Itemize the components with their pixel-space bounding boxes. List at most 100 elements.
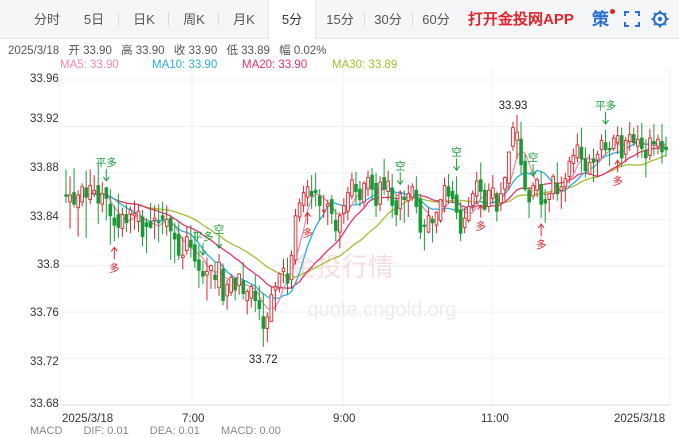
candle-body — [644, 150, 648, 159]
candle-body — [253, 290, 258, 302]
candle-body — [511, 127, 515, 147]
candle-body — [281, 267, 286, 272]
candle-body — [96, 185, 101, 204]
candle-body — [446, 186, 451, 197]
candlestick-chart[interactable]: 金投行情 quote.cngold.org 平多多平多空 多空空多空多平多多 33… — [0, 0, 679, 428]
candle-body — [619, 135, 624, 159]
candle-body — [394, 200, 399, 216]
candle-body — [422, 224, 427, 227]
candle-body — [213, 274, 217, 281]
candle-body — [334, 219, 338, 232]
candle-body — [499, 193, 503, 204]
y-tick-label: 33.76 — [30, 307, 59, 319]
candle-body — [523, 160, 527, 190]
candle-body — [430, 218, 435, 224]
macd-dea: DEA: 0.01 — [149, 425, 200, 437]
y-tick-label: 33.72 — [30, 356, 59, 368]
candle-body — [535, 179, 539, 191]
candle-body — [660, 141, 664, 153]
candle-body — [527, 189, 531, 203]
signal-label: 平多 — [595, 99, 616, 112]
candle-body — [358, 188, 362, 200]
candle-body — [225, 283, 229, 297]
candle-body — [664, 146, 668, 151]
candle-body — [611, 137, 616, 149]
candle-body — [579, 146, 584, 160]
candle-body — [442, 185, 447, 207]
candle-body — [108, 203, 113, 217]
candle-body — [205, 271, 209, 276]
candle-body — [321, 209, 326, 212]
candle-body — [209, 265, 213, 271]
ma-lines — [65, 140, 667, 311]
candle-body — [551, 175, 556, 195]
candle-body — [148, 221, 153, 228]
candle-body — [265, 316, 270, 329]
candle-body — [519, 138, 523, 166]
candle-body — [116, 214, 121, 228]
candle-body — [301, 192, 306, 206]
y-tick-label: 33.96 — [30, 73, 59, 85]
candle-body — [366, 177, 370, 190]
candle-body — [346, 192, 350, 212]
candle-body — [144, 222, 149, 227]
candle-body — [350, 179, 354, 197]
candle-body — [438, 199, 443, 221]
signal-label: 多 — [476, 220, 487, 233]
candle-body — [470, 193, 475, 206]
candle-body — [656, 138, 660, 147]
candle-body — [374, 182, 378, 206]
candle-body — [164, 218, 169, 227]
candle-body — [398, 193, 403, 210]
candle-body — [648, 137, 652, 156]
candle-body — [221, 268, 225, 301]
candle-body — [474, 180, 479, 197]
candle-body — [354, 184, 358, 192]
candle-body — [68, 194, 72, 203]
candle-body — [140, 216, 145, 238]
candle-body — [434, 211, 439, 226]
signal-label: 多 — [612, 174, 623, 187]
x-tick-label: 7:00 — [182, 413, 205, 425]
candle-body — [531, 185, 535, 197]
candle-body — [575, 144, 580, 159]
candle-body — [305, 186, 310, 198]
candle-body — [104, 187, 109, 199]
candle-body — [515, 131, 519, 141]
candle-body — [503, 177, 507, 190]
candle-body — [495, 193, 499, 212]
macd-readout: MACD DIF: 0.01 DEA: 0.01 MACD: 0.00 — [30, 425, 299, 437]
candle-body — [587, 161, 592, 175]
candle-body — [583, 158, 588, 171]
candle-body — [257, 300, 262, 310]
candle-body — [269, 294, 274, 322]
candle-body — [201, 271, 205, 277]
y-tick-label: 33.8 — [37, 259, 60, 271]
signal-label: 多 — [536, 238, 547, 251]
candle-body — [325, 203, 330, 207]
candle-body — [478, 179, 483, 192]
candle-body — [84, 187, 88, 198]
candle-body — [623, 139, 628, 155]
candle-body — [289, 254, 294, 281]
candle-body — [273, 286, 278, 291]
candle-body — [176, 233, 181, 256]
y-tick-label: 33.88 — [30, 162, 59, 174]
candle-body — [462, 217, 467, 228]
signal-label: 空 — [395, 159, 406, 172]
candle-body — [317, 195, 322, 206]
candle-body — [237, 273, 241, 286]
y-tick-label: 33.84 — [30, 211, 59, 223]
candle-body — [293, 215, 298, 261]
candle-body — [245, 290, 250, 302]
candle-body — [132, 213, 137, 217]
signal-label: 多 — [109, 261, 120, 274]
candle-body — [547, 193, 552, 200]
candle-body — [571, 154, 576, 164]
candle-body — [64, 194, 68, 197]
x-tick-label: 11:00 — [481, 413, 509, 425]
candle-body — [390, 187, 394, 206]
candle-body — [603, 142, 608, 151]
candle-body — [378, 181, 382, 205]
candle-body — [152, 217, 157, 221]
